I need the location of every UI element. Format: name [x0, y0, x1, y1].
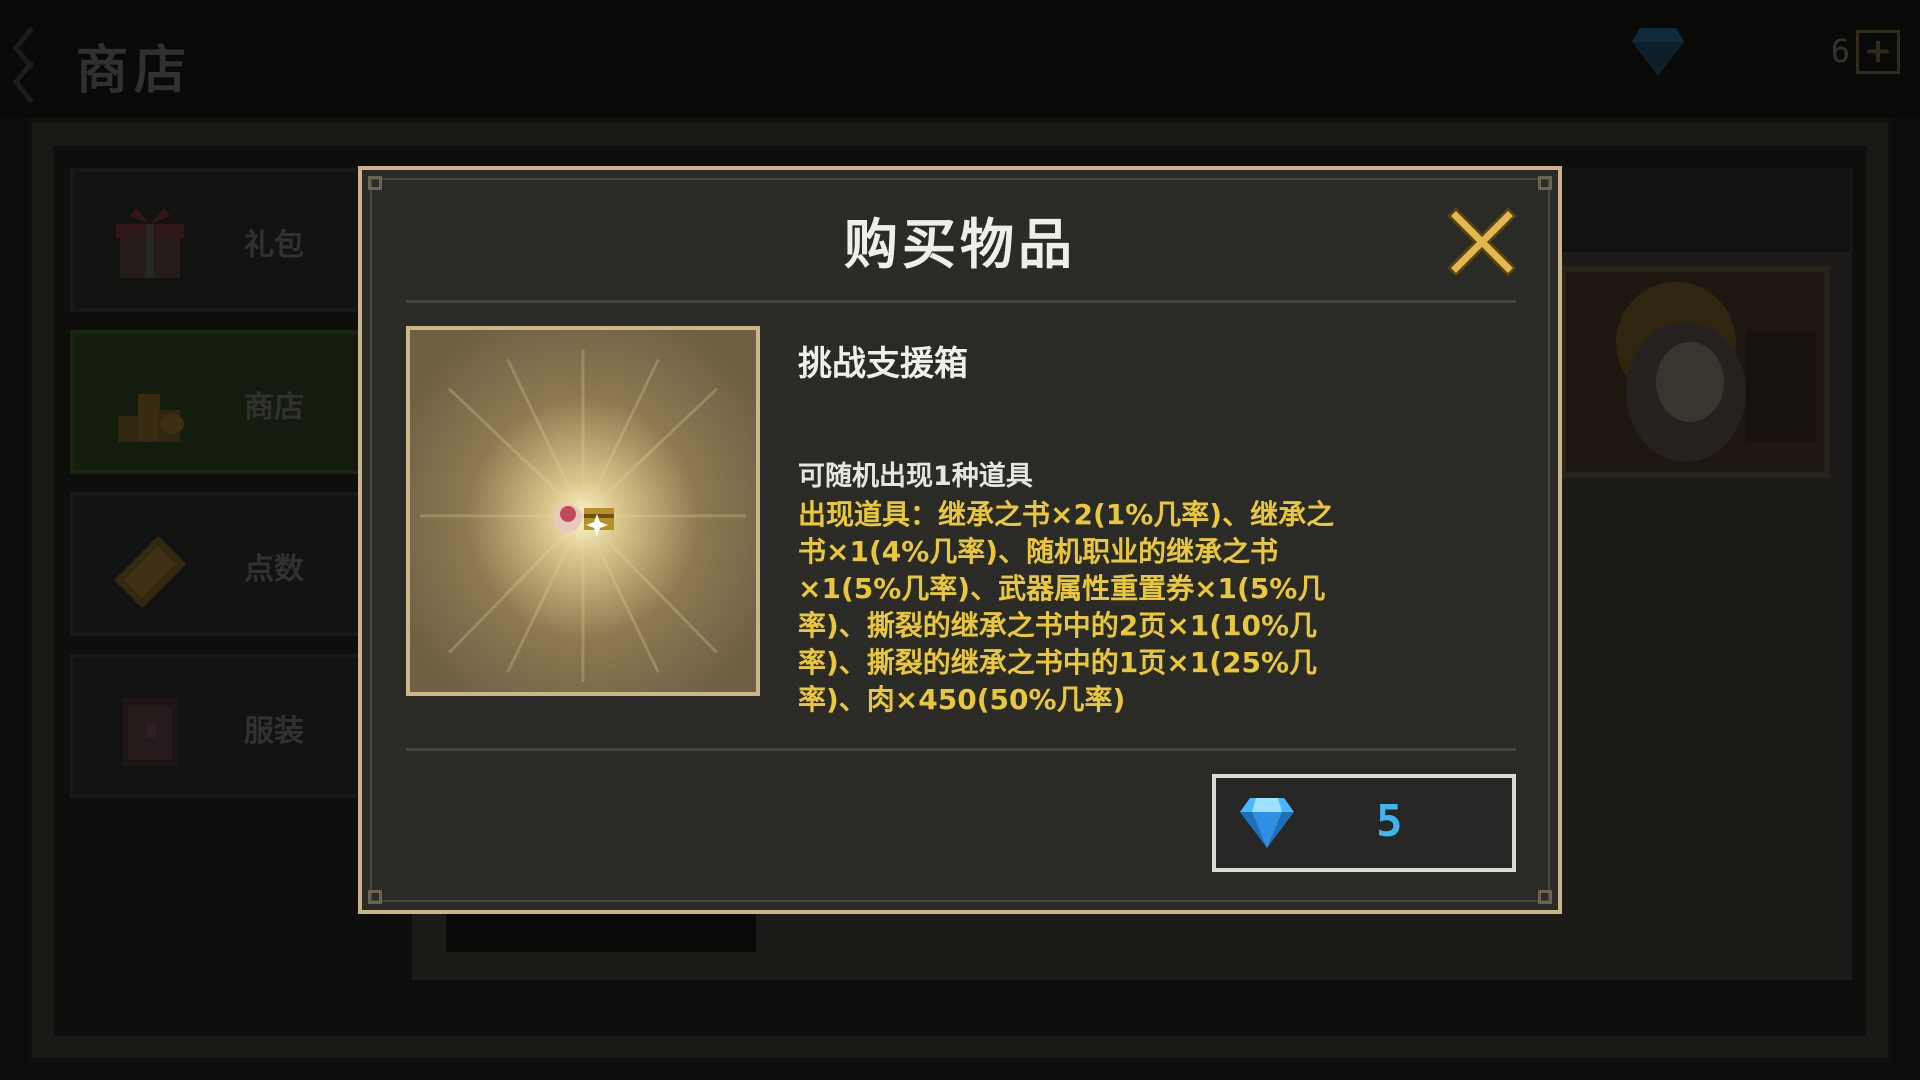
item-preview [406, 326, 760, 696]
item-name: 挑战支援箱 [798, 344, 968, 384]
frame-corner [1538, 890, 1552, 904]
dialog-title: 购买物品 [844, 213, 1076, 276]
frame-corner [368, 176, 382, 190]
title-divider [406, 300, 1516, 303]
purchase-dialog: 购买物品 挑战支援箱 可随机出现1种道具 出现道具：继承之书×2(1%几率)、继… [358, 166, 1562, 914]
item-note: 可随机出现1种道具 [798, 461, 1033, 492]
frame-corner [368, 890, 382, 904]
footer-divider [406, 748, 1516, 751]
close-icon[interactable] [1446, 206, 1518, 278]
buy-button[interactable]: 5 [1212, 774, 1516, 872]
frame-corner [1538, 176, 1552, 190]
diamond-icon [1240, 798, 1294, 848]
support-box-icon [554, 504, 614, 536]
item-description: 出现道具：继承之书×2(1%几率)、继承之书×1(4%几率)、随机职业的继承之书… [798, 498, 1335, 716]
price-value: 5 [1376, 796, 1403, 847]
